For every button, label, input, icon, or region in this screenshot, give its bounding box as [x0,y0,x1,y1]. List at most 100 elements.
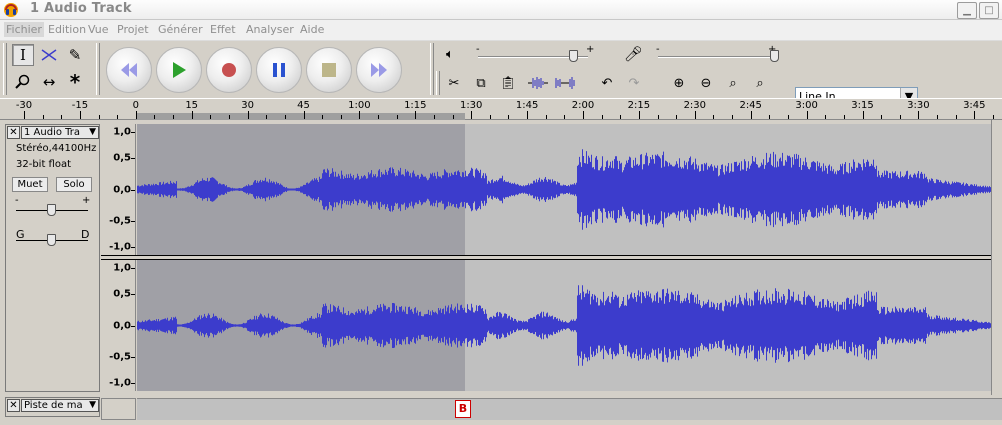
maximize-button[interactable]: □ [979,2,999,19]
asterisk-icon: * [69,70,81,94]
paste-button[interactable]: 📋︎ [497,72,519,94]
ruler-tick-label: 1:45 [515,100,539,111]
gain-minus-label: - [15,195,19,206]
copy-button[interactable]: ⧉ [470,72,492,94]
ruler-tick-major [191,111,193,119]
ruler-tick-label: 3:45 [963,100,986,111]
menu-effet[interactable]: Effet [210,23,236,36]
stop-button[interactable] [306,47,352,93]
selection-tool-button[interactable]: I [12,44,34,66]
scale-tick [131,357,135,358]
toolbar-area: I ✎ ↔ * 🔈︎ - + 🎤︎ - Line In ▼ ✂ ⧉ 📋︎ ↶ ↷… [0,41,1002,106]
ibeam-icon: I [20,46,26,64]
playback-volume-slider[interactable] [568,50,578,62]
fit-project-button[interactable]: ⌕ [749,72,771,94]
play-button[interactable] [156,47,202,93]
toolbar-grip[interactable] [3,43,7,95]
volume-minus-label: - [476,44,480,55]
ruler-tick-minor [769,115,771,119]
label-track-area[interactable] [137,398,1002,420]
double-arrow-icon: ↔ [42,73,56,91]
ruler-tick-major [471,111,473,119]
gain-slider[interactable] [47,204,56,216]
record-button[interactable] [206,47,252,93]
scale-label: 1,0 [113,262,131,274]
label-track-close-button[interactable]: ✕ [7,399,20,412]
pause-button[interactable] [256,47,302,93]
toolbar-grip[interactable] [430,43,434,95]
solo-button[interactable]: Solo [56,177,92,192]
redo-button[interactable]: ↷ [623,72,645,94]
menu-vue[interactable]: Vue [88,23,109,36]
pan-slider[interactable] [47,234,56,246]
microphone-icon: 🎤︎ [624,45,644,63]
skip-to-start-button[interactable] [106,47,152,93]
right-channel-waveform[interactable] [137,260,991,391]
timeline-ruler[interactable]: -30 -15 0 15 30 45 1:00 1:15 1:30 1:45 2:00 2:15 2:3… [0,98,1002,120]
ruler-tick-major [974,111,976,119]
undo-button[interactable]: ↶ [596,72,618,94]
ruler-tick-major [750,111,752,119]
skip-end-icon [371,63,387,77]
ruler-tick-minor [899,115,901,119]
cut-button[interactable]: ✂ [443,72,465,94]
scale-tick [131,189,135,191]
scale-label: -0,5 [109,215,131,227]
menu-aide[interactable]: Aide [300,23,324,36]
pencil-icon: ✎ [68,46,82,64]
chevron-down-icon: ▼ [89,400,96,410]
label-track-name-menu[interactable]: Piste de ma ▼ [21,399,99,412]
trim-button[interactable] [527,72,549,94]
mute-button[interactable]: Muet [12,177,48,192]
zoom-in-icon: ⊕ [673,75,685,91]
ruler-tick-minor [676,115,678,119]
minimize-icon: ▁ [963,5,971,16]
menu-edition[interactable]: Edition [48,23,86,36]
toolbar-grip[interactable] [436,71,440,95]
scissors-icon: ✂ [448,75,460,91]
multi-tool-button[interactable]: * [64,70,86,94]
zoom-in-button[interactable]: ⊕ [668,72,690,94]
label-marker[interactable]: B [455,400,471,418]
record-volume-slider[interactable] [770,50,779,62]
record-minus-label: - [656,44,660,55]
menu-projet[interactable]: Projet [117,23,149,36]
ruler-tick-label: 30 [241,100,254,111]
ruler-tick-minor [42,115,44,119]
title-bar: 1 Audio Track ▁ □ [0,0,1002,20]
silence-button[interactable] [554,72,576,94]
ruler-tick-minor [98,115,100,119]
left-channel-waveform[interactable] [137,124,991,255]
speaker-icon: 🔈︎ [446,47,454,62]
gain-plus-label: + [82,195,91,206]
envelope-tool-button[interactable] [38,44,60,66]
menu-bar: Fichier Edition Vue Projet Générer Effet… [0,20,1002,41]
vertical-scrollbar[interactable] [991,120,1002,395]
toolbar-grip[interactable] [96,43,100,95]
menu-generer[interactable]: Générer [158,23,203,36]
scale-label: 0,5 [113,152,131,164]
track-name-menu[interactable]: 1 Audio Tra ▼ [21,126,99,139]
menu-fichier[interactable]: Fichier [4,22,44,37]
waveform-right [137,260,991,391]
track-name: 1 Audio Tra [24,127,81,138]
minimize-button[interactable]: ▁ [957,2,977,19]
ruler-tick-minor [508,115,510,119]
ruler-tick-label: 3:15 [851,100,874,111]
track-close-button[interactable]: ✕ [7,126,20,139]
fit-selection-button[interactable]: ⌕ [722,72,744,94]
magnifier-icon [15,74,30,89]
zoom-tool-button[interactable] [12,71,34,93]
zoom-out-button[interactable]: ⊖ [695,72,717,94]
draw-tool-button[interactable]: ✎ [64,44,86,66]
menu-analyser[interactable]: Analyser [246,23,294,36]
scale-label: -1,0 [109,377,131,389]
timeshift-tool-button[interactable]: ↔ [38,71,60,93]
skip-to-end-button[interactable] [356,47,402,93]
ruler-tick-minor [937,115,939,119]
window-title: 1 Audio Track [30,1,132,16]
label-track-name: Piste de ma [24,400,83,411]
ruler-tick-minor [489,115,491,119]
ruler-tick-major [79,111,81,119]
ruler-tick-label: 45 [297,100,310,111]
